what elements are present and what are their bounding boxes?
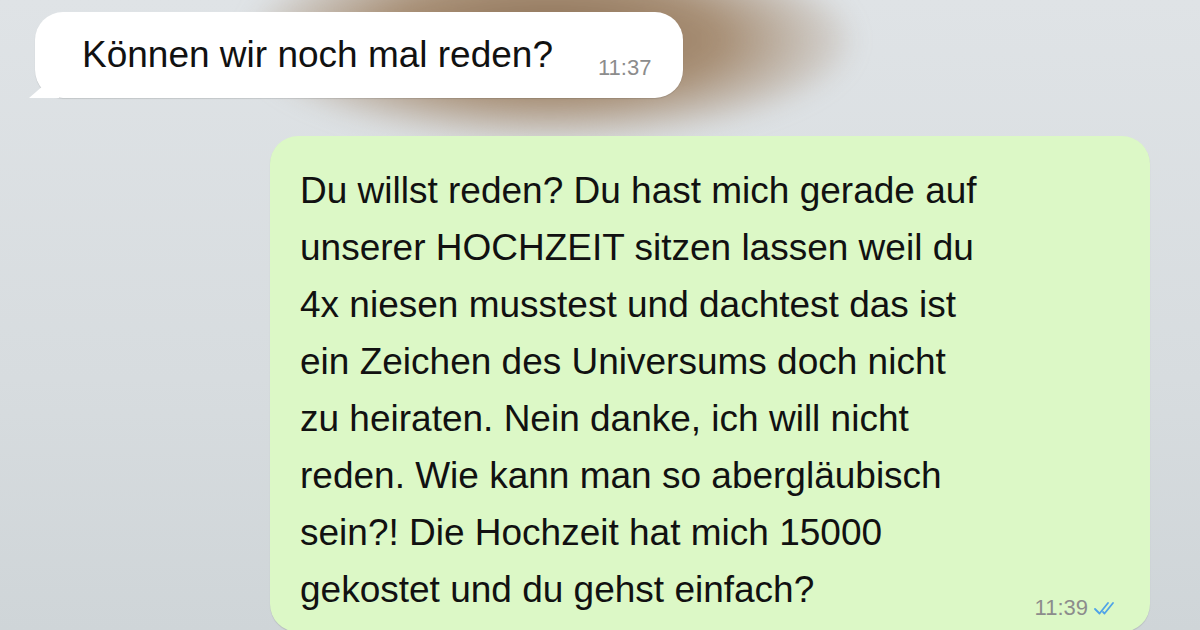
message-line: unserer HOCHZEIT sitzen lassen weil du xyxy=(300,219,1120,276)
message-text: Können wir noch mal reden? xyxy=(82,32,553,78)
message-meta: 11:39 xyxy=(990,594,1120,622)
message-text: gekostet und du gehst einfach? xyxy=(300,561,814,618)
message-line: 4x niesen musstest und dachtest das ist xyxy=(300,276,1120,333)
double-check-icon xyxy=(1094,600,1120,616)
message-line: Können wir noch mal reden?11:37 xyxy=(82,32,651,78)
message-meta: 11:37 xyxy=(553,54,651,82)
message-line: ein Zeichen des Universums doch nicht xyxy=(300,333,1120,390)
chat-screen: Können wir noch mal reden? 11:37 Du willst… xyxy=(0,0,1200,630)
message-list: Können wir noch mal reden? 11:37 Du willst… xyxy=(0,0,1200,630)
message-line: reden. Wie kann man so abergläubisch xyxy=(300,447,1120,504)
message-text: unserer HOCHZEIT sitzen lassen weil du xyxy=(300,219,974,276)
message-time: 11:37 xyxy=(598,54,651,82)
outgoing-message[interactable]: Du willst reden? Du hast mich gerade auf… xyxy=(270,136,1150,630)
message-text: sein?! Die Hochzeit hat mich 15000 xyxy=(300,504,882,561)
message-time: 11:39 xyxy=(1035,594,1088,622)
message-text: Du willst reden? Du hast mich gerade auf xyxy=(300,162,977,219)
message-line: Du willst reden? Du hast mich gerade auf xyxy=(300,162,1120,219)
message-line: sein?! Die Hochzeit hat mich 15000 xyxy=(300,504,1120,561)
message-line: gekostet und du gehst einfach?11:39 xyxy=(300,561,1120,618)
message-text: reden. Wie kann man so abergläubisch xyxy=(300,447,942,504)
incoming-message[interactable]: Können wir noch mal reden? 11:37 xyxy=(35,12,683,98)
message-text: ein Zeichen des Universums doch nicht xyxy=(300,333,946,390)
message-text: 4x niesen musstest und dachtest das ist xyxy=(300,276,956,333)
message-text: zu heiraten. Nein danke, ich will nicht xyxy=(300,390,909,447)
message-line: zu heiraten. Nein danke, ich will nicht xyxy=(300,390,1120,447)
